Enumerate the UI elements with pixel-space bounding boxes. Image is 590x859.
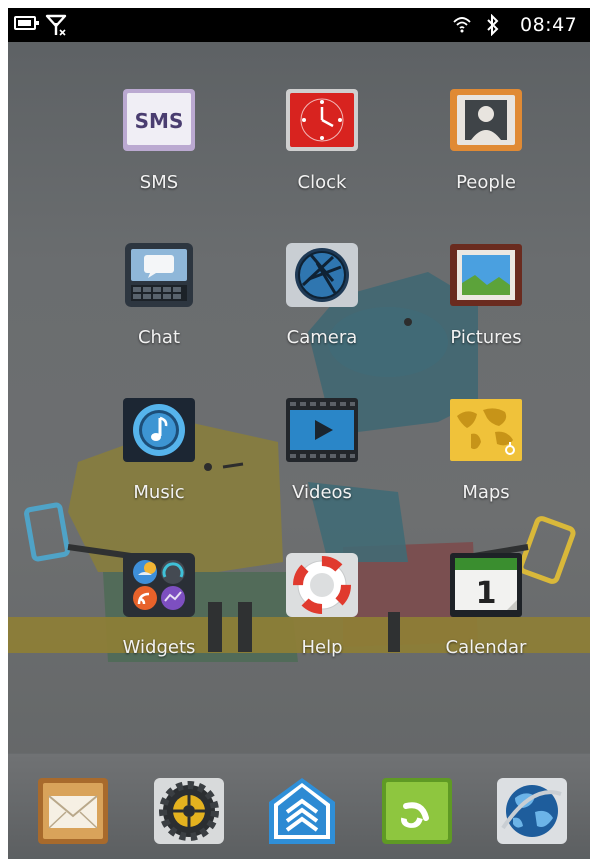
wifi-icon — [453, 17, 471, 33]
sms-icon-text: SMS — [135, 109, 184, 133]
app-label: People — [456, 172, 516, 193]
status-time: 08:47 — [520, 14, 578, 36]
phone-icon — [382, 778, 452, 844]
help-lifebuoy-icon — [286, 553, 358, 617]
app-launcher-chevron-icon — [269, 778, 335, 844]
dock-email[interactable] — [36, 776, 110, 846]
pictures-icon — [450, 244, 522, 306]
status-bar: 08:47 — [8, 8, 590, 42]
people-icon — [450, 89, 522, 151]
dock-browser[interactable] — [495, 776, 569, 846]
app-label: Videos — [292, 482, 352, 503]
app-maps[interactable]: Maps — [401, 396, 551, 526]
app-label: Clock — [297, 172, 347, 193]
app-calendar[interactable]: 1 Calendar — [401, 551, 551, 681]
calendar-icon-text: 1 — [476, 576, 497, 611]
videos-icon — [286, 398, 358, 462]
email-icon — [38, 778, 108, 844]
app-label: Widgets — [122, 637, 196, 658]
no-sim-signal-icon — [45, 14, 67, 36]
app-label: Chat — [137, 327, 181, 348]
camera-icon — [286, 243, 358, 307]
app-label: Maps — [462, 482, 510, 503]
app-music[interactable]: Music — [74, 396, 224, 526]
app-sms[interactable]: SMS SMS — [74, 86, 224, 216]
app-label: Pictures — [450, 327, 522, 348]
app-camera[interactable]: Camera — [237, 241, 387, 371]
clock-icon — [286, 89, 358, 151]
app-label: Camera — [286, 327, 358, 348]
app-label: SMS — [139, 172, 179, 193]
calendar-icon: 1 — [450, 553, 522, 617]
app-label: Help — [301, 637, 343, 658]
app-label: Music — [133, 482, 185, 503]
battery-icon — [14, 16, 39, 30]
app-pictures[interactable]: Pictures — [401, 241, 551, 371]
app-videos[interactable]: Videos — [237, 396, 387, 526]
app-label: Calendar — [445, 637, 527, 658]
sms-icon: SMS — [123, 89, 195, 151]
home-screen: 08:47 SMS SMS Clock People Chat Camera P… — [8, 8, 590, 859]
dock — [8, 753, 590, 859]
dock-settings[interactable] — [152, 776, 226, 846]
bluetooth-icon — [487, 14, 499, 36]
app-chat[interactable]: Chat — [74, 241, 224, 371]
browser-globe-icon — [497, 778, 567, 844]
app-clock[interactable]: Clock — [237, 86, 387, 216]
dock-app-launcher[interactable] — [265, 776, 339, 846]
app-people[interactable]: People — [401, 86, 551, 216]
app-help[interactable]: Help — [237, 551, 387, 681]
maps-icon — [450, 399, 522, 461]
dock-phone[interactable] — [380, 776, 454, 846]
chat-icon — [125, 243, 193, 307]
music-icon — [123, 398, 195, 462]
widgets-icon — [123, 553, 195, 617]
settings-gear-icon — [154, 778, 224, 844]
app-widgets[interactable]: Widgets — [74, 551, 224, 681]
